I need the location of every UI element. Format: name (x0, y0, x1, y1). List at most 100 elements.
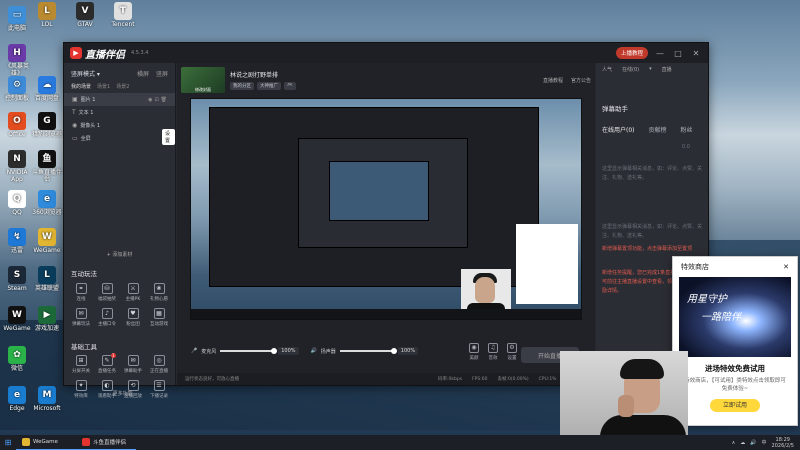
feature-item[interactable]: ▦ 互动游戏 (146, 308, 172, 327)
feature-item[interactable]: ◎ 正在直播 (146, 355, 172, 374)
desktop-icon[interactable]: e 360浏览器 (32, 190, 62, 216)
desktop-icon[interactable]: 鱼斗鱼直播伴侣 (32, 150, 62, 183)
tray-icon[interactable]: ☁ (740, 440, 745, 446)
desktop-icon[interactable]: W WeGame (2, 306, 32, 332)
topic-tag[interactable]: 我的分区 (230, 82, 254, 90)
guide-link[interactable]: 直播教程 (543, 77, 563, 84)
volume-percent[interactable]: 100% (278, 347, 299, 355)
desktop-icon[interactable]: H 《风暴英雄》 (2, 44, 32, 77)
notice-link[interactable]: 官方公告 (571, 77, 591, 84)
desktop-icon[interactable]: T Tencent (108, 2, 138, 28)
right-top-item[interactable]: 人气 (602, 66, 612, 73)
preview-taskbar (191, 309, 581, 319)
desktop-icon-glyph: ✿ (8, 346, 26, 364)
microphone-icon[interactable]: 🎤 (191, 348, 197, 354)
source-item[interactable]: ◉ 摄像头 1 (64, 119, 175, 132)
source-item[interactable]: T 文本 1 (64, 106, 175, 119)
desktop-icon[interactable]: L 英雄联盟 (32, 266, 62, 292)
desktop-icon[interactable]: e Edge (2, 386, 32, 412)
lock-icon[interactable]: ⊡ (154, 97, 158, 103)
desktop-icon[interactable]: V GTAV (70, 2, 100, 28)
volume-knob[interactable] (390, 348, 397, 354)
feature-item[interactable]: ❀ 礼物心愿 (146, 283, 172, 302)
windows-start-icon[interactable]: ⊞ (0, 438, 16, 447)
cover-thumbnail[interactable]: 修改封面 (181, 67, 225, 93)
stream-tool[interactable]: ⚙ 设置 (507, 343, 517, 361)
speaker-icon[interactable]: 🔊 (311, 348, 317, 354)
close-icon[interactable]: ✕ (783, 263, 789, 271)
maximize-button[interactable]: □ (672, 49, 684, 58)
stream-tool[interactable]: ◉ 美颜 (469, 343, 479, 361)
desktop-icon[interactable]: O Office (2, 112, 32, 138)
feature-item[interactable]: ✉ 弹幕玩法 (68, 308, 94, 327)
right-top-item[interactable]: 直播 (662, 66, 672, 73)
tab-my-scene[interactable]: 我的场景 (71, 83, 91, 90)
desktop-icon[interactable]: S Steam (2, 266, 32, 292)
right-top-item[interactable]: ▾ (649, 66, 652, 73)
right-tab[interactable]: 贡献榜 (649, 125, 667, 134)
desktop-icon[interactable]: ⚙ 控制面板 (2, 76, 32, 102)
feature-item[interactable]: ♪ 主播口令 (94, 308, 120, 327)
feature-item[interactable]: ⚭ 连线 (68, 283, 94, 302)
tray-icon[interactable]: ∧ (732, 440, 736, 446)
desktop-icon[interactable]: G 猎豹浏览器 (32, 112, 62, 138)
desktop-icon[interactable]: L LOL (32, 2, 62, 28)
tab-portrait[interactable]: 竖屏 (156, 71, 168, 78)
feature-icon-glyph: ♪ (105, 310, 109, 317)
minimize-button[interactable]: — (654, 49, 666, 58)
topic-tag[interactable]: 🎮 (284, 82, 296, 90)
feature-item[interactable]: ⊞ 分屏开关 (68, 355, 94, 374)
source-item[interactable]: ▭ 全屏 (64, 132, 175, 145)
clock[interactable]: 18:29 2026/2/5 (772, 437, 794, 449)
tab-scene-1[interactable]: 场景1 (97, 83, 110, 90)
desktop-icon[interactable]: N NVIDIA App (2, 150, 32, 183)
stream-preview[interactable] (190, 98, 582, 320)
feature-icon-glyph: ⚭ (78, 285, 84, 292)
add-source-button[interactable]: + 添加素材 (64, 251, 175, 258)
volume-knob[interactable] (271, 348, 278, 354)
feature-item[interactable]: ⛁ 福袋抽奖 (94, 283, 120, 302)
stream-tool[interactable]: ♫ 音效 (488, 343, 498, 361)
desktop-icon-glyph: ☁ (38, 76, 56, 94)
more-functions-button[interactable]: ··· 更多功能 (64, 390, 175, 397)
desktop-icon[interactable]: ▶ 游戏加速 (32, 306, 62, 332)
tab-landscape[interactable]: 横屏 (137, 71, 149, 78)
feature-item[interactable]: ⚔ 主播PK (120, 283, 146, 302)
desktop-icon[interactable]: Q QQ (2, 190, 32, 216)
feature-label: 主播口令 (98, 322, 116, 327)
feature-item[interactable]: ✎ 1 直播任务 (94, 353, 120, 374)
right-top-item[interactable]: 在线(0) (622, 66, 639, 73)
right-tab[interactable]: 粉丝 (681, 125, 693, 134)
feature-item[interactable]: ♥ 粉丝团 (120, 308, 146, 327)
status-item: 运行状态良好，可放心直播 (185, 377, 239, 382)
topic-tag[interactable]: 大神推广 (257, 82, 281, 90)
desktop-icon[interactable]: M Microsoft (32, 386, 62, 412)
feature-icon-glyph: ✎ (104, 357, 110, 364)
tab-scene-2[interactable]: 场景2 (116, 83, 129, 90)
clock-date: 2026/2/5 (771, 442, 794, 449)
taskbar-task[interactable]: WeGame (16, 435, 76, 450)
desktop-icon[interactable]: ↯ 迅雷 (2, 228, 32, 254)
delete-icon[interactable]: 🗑 (161, 97, 167, 103)
desktop-icon[interactable]: W WeGame (32, 228, 62, 254)
volume-slider[interactable] (220, 348, 278, 354)
feature-icon-glyph: ☰ (156, 382, 162, 389)
eye-icon[interactable]: ◉ (148, 97, 152, 103)
tray-icon[interactable]: 中 (762, 439, 767, 446)
try-now-button[interactable]: 立即试用 (710, 399, 760, 412)
taskbar-task[interactable]: 斗鱼直播伴侣 (76, 435, 136, 450)
live-tutorial-button[interactable]: 上播教程 (615, 47, 648, 59)
volume-slider[interactable] (339, 348, 397, 354)
desktop-icon[interactable]: ☁ 百度网盘 (32, 76, 62, 102)
right-tab[interactable]: 在线用户(0) (602, 125, 635, 134)
feature-item[interactable]: ✉ 弹幕助手 (120, 355, 146, 374)
desktop-icon[interactable]: ✿ 微信 (2, 346, 32, 372)
desktop-icon-label: 迅雷 (10, 247, 23, 254)
source-item[interactable]: ▣ 图片 1 ◉ ⊡ 🗑 (64, 93, 175, 106)
close-button[interactable]: ✕ (690, 49, 702, 58)
tray-icon[interactable]: 🔊 (750, 440, 756, 446)
mode-dropdown[interactable]: 竖屏模式 ▾ (71, 69, 100, 78)
stream-title[interactable]: 林说之剧打野单排 (230, 70, 296, 79)
desktop-icon[interactable]: ▭ 此电脑 (2, 6, 32, 32)
volume-percent[interactable]: 100% (397, 347, 419, 355)
